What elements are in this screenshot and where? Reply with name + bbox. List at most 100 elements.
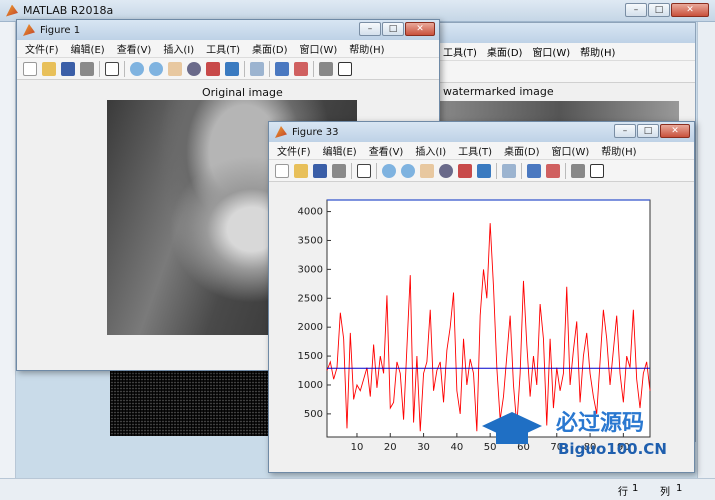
y-tick-label: 2000 <box>298 322 323 333</box>
menu-desktop[interactable]: 桌面(D) <box>252 41 288 56</box>
brush-icon[interactable] <box>225 61 239 76</box>
legend-icon[interactable] <box>546 163 560 178</box>
figure-33-titlebar: Figure 33 – □ ✕ <box>269 122 694 142</box>
minimize-button[interactable]: – <box>625 3 647 17</box>
menu-help[interactable]: 帮助(H) <box>349 41 384 56</box>
plot-area <box>326 199 651 438</box>
menu-view[interactable]: 查看(V) <box>117 41 152 56</box>
pointer-icon[interactable] <box>357 163 371 178</box>
toolbar-separator <box>521 162 522 179</box>
close-button[interactable]: ✕ <box>660 124 690 138</box>
menu-insert[interactable]: 插入(I) <box>415 143 446 158</box>
menu-window[interactable]: 窗口(W) <box>552 143 590 158</box>
link-plot-icon[interactable] <box>250 61 264 76</box>
figure-1-window-controls: – □ ✕ <box>359 22 435 36</box>
data-cursor-icon[interactable] <box>206 61 220 76</box>
y-tick-label: 1000 <box>298 380 323 391</box>
new-figure-icon[interactable] <box>23 61 37 76</box>
figure-33-toolbar <box>269 160 694 182</box>
menu-desktop[interactable]: 桌面(D) <box>487 44 523 59</box>
minimize-button[interactable]: – <box>359 22 381 36</box>
data-cursor-icon[interactable] <box>458 163 472 178</box>
graduation-cap-base <box>496 430 528 444</box>
toolbar-separator <box>565 162 566 179</box>
maximize-button[interactable]: □ <box>382 22 404 36</box>
hide-tools-icon[interactable] <box>571 163 585 178</box>
status-bar: 行 1 列 1 <box>0 478 715 500</box>
menu-file[interactable]: 文件(F) <box>277 143 311 158</box>
logo-cn-text: 必过源码 <box>556 410 644 436</box>
open-file-icon[interactable] <box>294 163 308 178</box>
toolbar-separator <box>269 60 270 77</box>
menu-tools[interactable]: 工具(T) <box>443 44 477 59</box>
show-tools-icon[interactable] <box>590 163 604 178</box>
y-tick-label: 500 <box>304 409 323 420</box>
print-icon[interactable] <box>332 163 346 178</box>
menu-edit[interactable]: 编辑(E) <box>71 41 105 56</box>
pan-icon[interactable] <box>168 61 182 76</box>
show-tools-icon[interactable] <box>338 61 352 76</box>
colorbar-icon[interactable] <box>275 61 289 76</box>
toolbar-separator <box>351 162 352 179</box>
menu-insert[interactable]: 插入(I) <box>163 41 194 56</box>
zoom-in-icon[interactable] <box>382 163 396 178</box>
menu-desktop[interactable]: 桌面(D) <box>504 143 540 158</box>
toolbar-separator <box>124 60 125 77</box>
save-icon[interactable] <box>313 163 327 178</box>
col-label: 列 <box>660 487 670 498</box>
watermarked-image-title: watermarked image <box>443 85 554 98</box>
toolbar-separator <box>376 162 377 179</box>
minimize-button[interactable]: – <box>614 124 636 138</box>
app-title: MATLAB R2018a <box>23 4 114 17</box>
open-file-icon[interactable] <box>42 61 56 76</box>
y-tick-label: 1500 <box>298 351 323 362</box>
maximize-button[interactable]: □ <box>637 124 659 138</box>
row-value: 1 <box>632 483 639 494</box>
rotate-3d-icon[interactable] <box>439 163 453 178</box>
toolbar-separator <box>244 60 245 77</box>
colorbar-icon[interactable] <box>527 163 541 178</box>
close-button[interactable]: ✕ <box>671 3 709 17</box>
watermark-pattern-image <box>110 370 270 436</box>
main-scrollbar[interactable] <box>697 22 715 478</box>
zoom-in-icon[interactable] <box>130 61 144 76</box>
maximize-button[interactable]: □ <box>648 3 670 17</box>
original-image-title: Original image <box>202 86 283 99</box>
menu-help[interactable]: 帮助(H) <box>580 44 615 59</box>
figure-1-titlebar: Figure 1 – □ ✕ <box>17 20 439 40</box>
zoom-out-icon[interactable] <box>149 61 163 76</box>
toolbar-separator <box>313 60 314 77</box>
new-figure-icon[interactable] <box>275 163 289 178</box>
col-value: 1 <box>676 483 683 494</box>
rotate-3d-icon[interactable] <box>187 61 201 76</box>
save-icon[interactable] <box>61 61 75 76</box>
matlab-logo-icon <box>6 4 18 17</box>
menu-edit[interactable]: 编辑(E) <box>323 143 357 158</box>
menu-window[interactable]: 窗口(W) <box>300 41 338 56</box>
menu-view[interactable]: 查看(V) <box>369 143 404 158</box>
y-tick-label: 2500 <box>298 293 323 304</box>
hide-tools-icon[interactable] <box>319 61 333 76</box>
y-tick-label: 3500 <box>298 235 323 246</box>
toolbar-separator <box>99 60 100 77</box>
legend-icon[interactable] <box>294 61 308 76</box>
print-icon[interactable] <box>80 61 94 76</box>
menu-tools[interactable]: 工具(T) <box>206 41 240 56</box>
menu-window[interactable]: 窗口(W) <box>532 44 570 59</box>
pan-icon[interactable] <box>420 163 434 178</box>
desktop-left-panel <box>0 22 16 482</box>
x-tick-label: 40 <box>450 442 463 453</box>
link-plot-icon[interactable] <box>502 163 516 178</box>
menu-tools[interactable]: 工具(T) <box>458 143 492 158</box>
menu-file[interactable]: 文件(F) <box>25 41 59 56</box>
pointer-icon[interactable] <box>105 61 119 76</box>
x-tick-label: 30 <box>417 442 430 453</box>
figure-1-toolbar <box>17 58 439 80</box>
menu-help[interactable]: 帮助(H) <box>601 143 636 158</box>
figure-33-title: Figure 33 <box>292 126 339 138</box>
close-button[interactable]: ✕ <box>405 22 435 36</box>
zoom-out-icon[interactable] <box>401 163 415 178</box>
figure-watermarked-titlebar <box>439 23 695 43</box>
x-tick-label: 10 <box>351 442 364 453</box>
brush-icon[interactable] <box>477 163 491 178</box>
